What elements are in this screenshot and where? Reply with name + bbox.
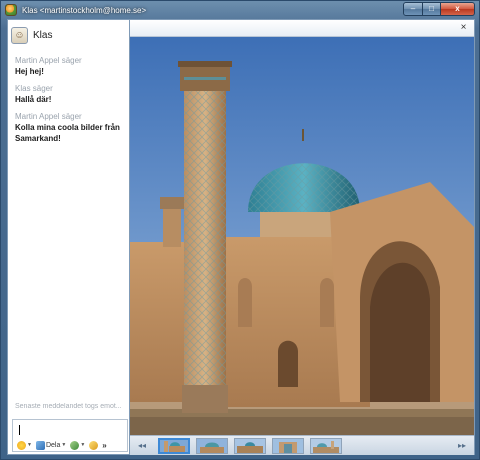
more-tools-button[interactable]: » [102,441,106,450]
share-icon [35,440,45,450]
chevron-down-icon: ▼ [27,442,32,448]
emoticon-button[interactable]: ▼ [17,440,32,450]
messenger-window: Klas <martinstockholm@home.se> – □ x ☺ K… [0,0,480,460]
close-window-button[interactable]: x [441,2,475,16]
message-text: Hej hej! [15,67,44,76]
previous-photo-button[interactable]: ◂◂ [136,440,148,452]
thumbnail-list [158,438,342,454]
thumbnail-image [273,439,303,453]
compose-box: ▼ Dela ▼ ▼ » [12,419,128,452]
message-input[interactable] [15,422,125,437]
share-label: Dela [45,441,61,449]
window-title: Klas <martinstockholm@home.se> [22,5,147,15]
message-sender: Martin Appel säger [15,56,82,65]
minimize-button[interactable]: – [403,2,423,16]
chevron-down-icon: ▼ [61,442,67,448]
compose-toolbar: ▼ Dela ▼ ▼ » [17,439,107,451]
thumbnail-strip: ◂◂ ▸▸ [130,435,474,455]
last-message-status: Senaste meddelandet togs emot... [15,403,122,410]
message-sender: Klas säger [15,84,53,93]
share-button[interactable]: Dela ▼ [35,440,67,450]
chevron-down-icon: ▼ [80,442,86,448]
messenger-app-icon[interactable] [5,4,17,16]
thumbnail-image [311,439,341,453]
photo-thumbnail[interactable] [196,438,228,454]
photo-viewer: × ◂◂ ▸▸ [129,19,475,455]
photo-samarkand-mausoleum [130,37,474,435]
message-sender: Martin Appel säger [15,112,82,121]
maximize-button[interactable]: □ [423,2,441,16]
conversation-pane: ☺ Klas Martin Appel säger Hej hej! Klas … [7,19,129,455]
contact-avatar-icon[interactable]: ☺ [11,26,28,44]
thumbnail-image [235,439,265,453]
nudge-button[interactable] [89,440,99,450]
nudge-icon [89,440,99,450]
wink-button[interactable]: ▼ [70,440,86,450]
photo-viewer-header: × [130,20,474,37]
photo-thumbnail[interactable] [272,438,304,454]
contact-name: Klas [33,29,53,41]
wink-icon [70,440,80,450]
photo-thumbnail[interactable] [234,438,266,454]
title-bar[interactable]: Klas <martinstockholm@home.se> – □ x [1,1,479,19]
contact-header[interactable]: ☺ Klas [8,20,129,50]
message-item: Klas säger Hallå där! [15,84,129,105]
next-photo-button[interactable]: ▸▸ [456,440,468,452]
thumbnail-image [197,439,227,453]
message-item: Martin Appel säger Kolla mina coola bild… [15,112,129,144]
window-controls: – □ x [403,2,475,16]
photo-thumbnail[interactable] [310,438,342,454]
text-caret [19,425,20,435]
message-text: Hallå där! [15,95,52,104]
photo-thumbnail[interactable] [158,438,190,454]
message-item: Martin Appel säger Hej hej! [15,56,129,77]
shared-photo[interactable] [130,37,474,435]
thumbnail-image [160,440,188,452]
message-history: Martin Appel säger Hej hej! Klas säger H… [15,56,129,151]
smiley-icon [17,440,26,450]
message-text: Kolla mina coola bilder från Samarkand! [15,123,120,143]
close-photo-viewer-button[interactable]: × [458,22,469,33]
